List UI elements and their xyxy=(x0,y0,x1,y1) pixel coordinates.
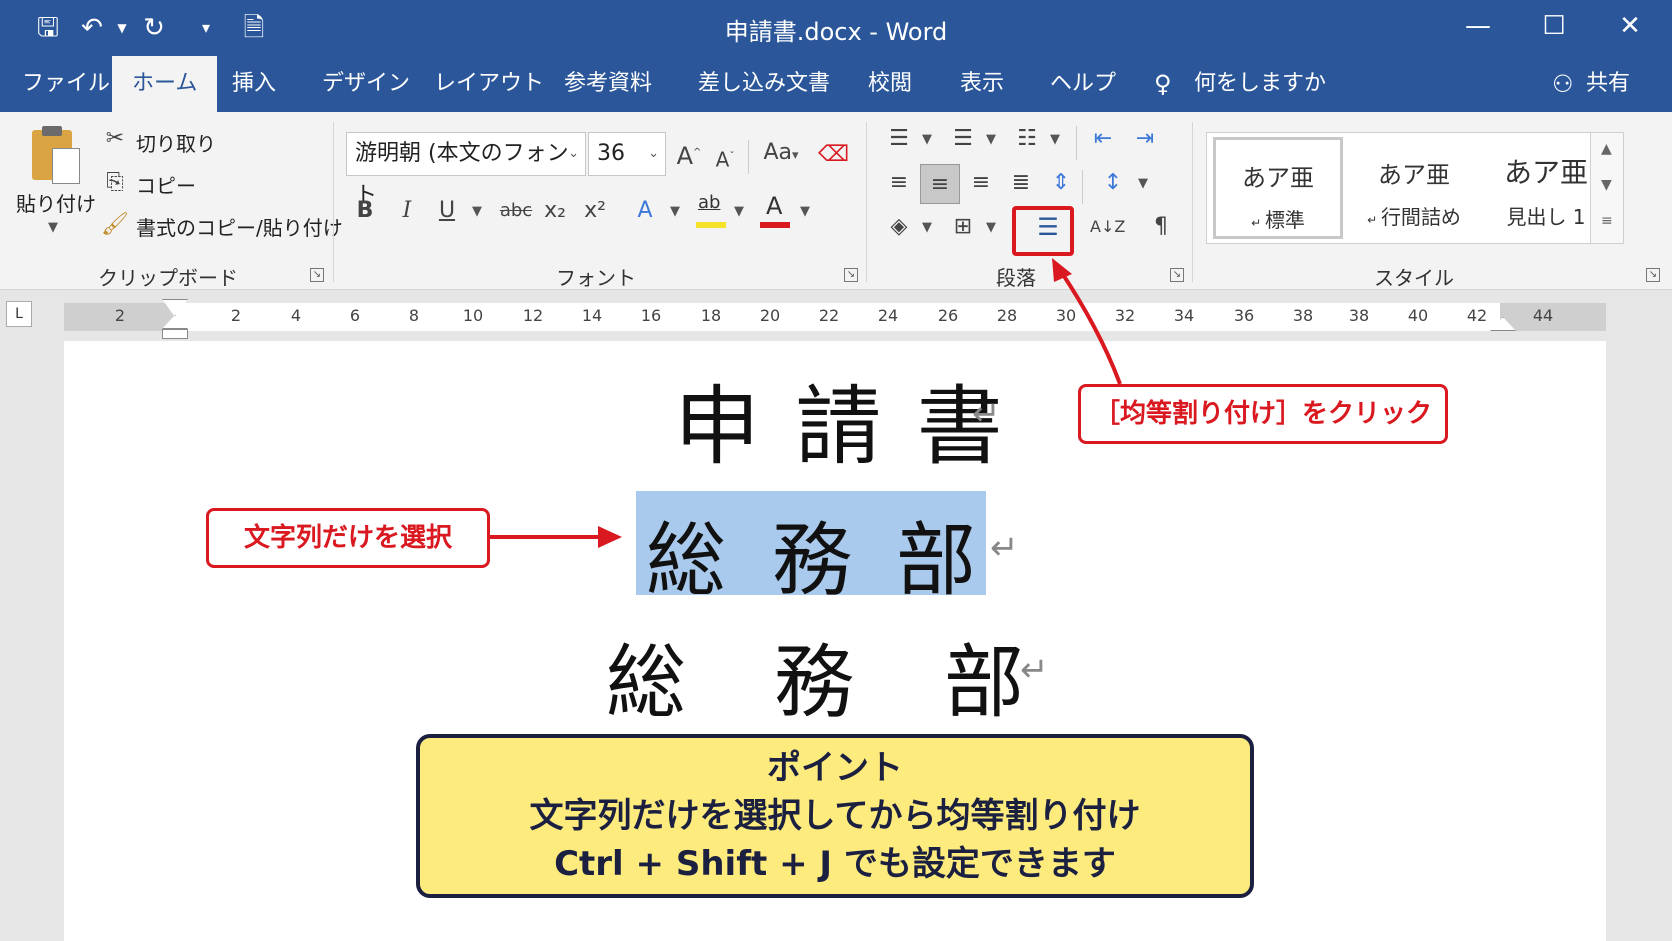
point-line-2: Ctrl + Shift + J でも設定できます xyxy=(554,844,1116,884)
point-box: ポイント 文字列だけを選択してから均等割り付け Ctrl + Shift + J… xyxy=(416,734,1254,898)
point-heading: ポイント xyxy=(767,748,903,788)
point-line-1: 文字列だけを選択してから均等割り付け xyxy=(529,796,1141,836)
select-callout: 文字列だけを選択 xyxy=(206,508,490,568)
distribute-callout: ［均等割り付け］をクリック xyxy=(1078,384,1448,444)
